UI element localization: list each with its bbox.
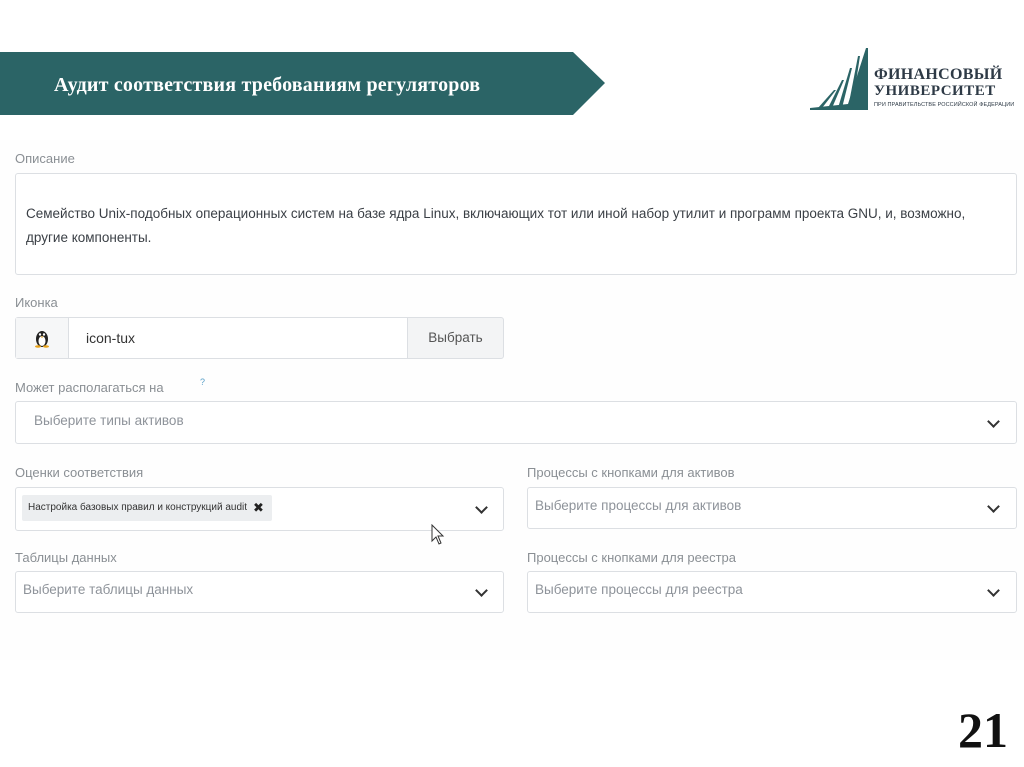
location-label: Может располагаться на	[15, 380, 164, 395]
chevron-down-icon	[475, 584, 488, 597]
logo-text-line1: ФИНАНСОВЫЙ	[874, 66, 1003, 83]
slide-title: Аудит соответствия требованиям регулятор…	[54, 74, 481, 96]
chevron-down-icon	[987, 584, 1000, 597]
registry-processes-placeholder: Выберите процессы для реестра	[535, 582, 743, 597]
chevron-down-icon	[475, 501, 488, 514]
icon-label: Иконка	[15, 295, 58, 310]
remove-tag-icon[interactable]: ✖	[253, 495, 264, 521]
university-logo: ФИНАНСОВЫЙ УНИВЕРСИТЕТ ПРИ ПРАВИТЕЛЬСТВЕ…	[808, 46, 1015, 114]
logo-text-line3: ПРИ ПРАВИТЕЛЬСТВЕ РОССИЙСКОЙ ФЕДЕРАЦИИ	[874, 102, 1015, 108]
asset-processes-placeholder: Выберите процессы для активов	[535, 498, 742, 513]
icon-input[interactable]: icon-tux	[15, 317, 408, 359]
registry-processes-label: Процессы с кнопками для реестра	[527, 550, 736, 565]
help-icon[interactable]: ?	[200, 377, 205, 387]
data-tables-select[interactable]: Выберите таблицы данных	[15, 571, 504, 613]
registry-processes-select[interactable]: Выберите процессы для реестра	[527, 571, 1017, 613]
slide-top-strip	[0, 0, 1024, 50]
assessments-label: Оценки соответствия	[15, 465, 144, 480]
assessment-tag-label: Настройка базовых правил и конструкций a…	[28, 502, 248, 513]
asset-processes-label: Процессы с кнопками для активов	[527, 465, 735, 480]
chevron-down-icon	[987, 415, 1000, 428]
tux-icon	[35, 331, 49, 348]
asset-processes-select[interactable]: Выберите процессы для активов	[527, 487, 1017, 529]
description-label: Описание	[15, 151, 75, 166]
mouse-cursor-icon	[431, 524, 445, 545]
page-number: 21	[958, 702, 1008, 758]
logo-emblem-icon	[810, 48, 868, 110]
description-textarea[interactable]: Семейство Unix-подобных операционных сис…	[15, 173, 1017, 275]
logo-text-line2: УНИВЕРСИТЕТ	[874, 83, 996, 99]
location-select[interactable]: Выберите типы активов	[15, 401, 1017, 444]
description-text: Семейство Unix-подобных операционных сис…	[26, 206, 966, 245]
icon-preview	[16, 318, 69, 358]
choose-icon-button[interactable]: Выбрать	[407, 317, 504, 359]
location-placeholder: Выберите типы активов	[34, 413, 184, 428]
assessment-tag: Настройка базовых правил и конструкций a…	[22, 495, 272, 521]
chevron-down-icon	[987, 500, 1000, 513]
data-tables-label: Таблицы данных	[15, 550, 117, 565]
icon-value: icon-tux	[86, 330, 136, 346]
data-tables-placeholder: Выберите таблицы данных	[23, 582, 194, 597]
